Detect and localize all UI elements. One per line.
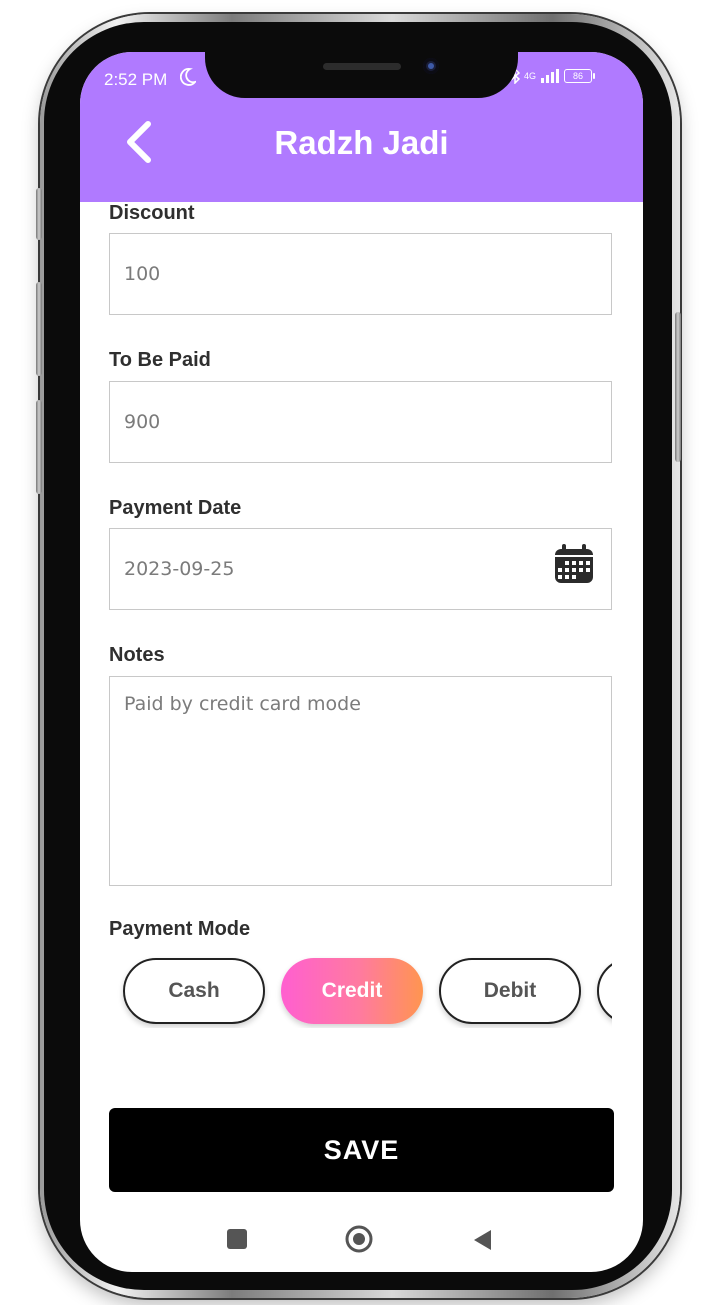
- payment-date-label: Payment Date: [109, 497, 242, 519]
- payment-date-input[interactable]: [110, 529, 611, 609]
- app-screen: 2:52 PM 4G 86 Radzh Jadi Discount To Be …: [80, 52, 643, 1272]
- payment-date-field[interactable]: [109, 528, 612, 610]
- phone-side-button: [36, 188, 42, 240]
- system-nav-bar: [80, 1212, 643, 1272]
- network-type: 4G: [524, 71, 537, 81]
- to-be-paid-input[interactable]: [110, 382, 611, 462]
- to-be-paid-label: To Be Paid: [109, 349, 211, 371]
- notes-textarea[interactable]: Paid by credit card mode: [110, 677, 611, 885]
- nav-back-icon[interactable]: [471, 1228, 493, 1252]
- discount-input[interactable]: [110, 234, 611, 314]
- front-camera: [423, 58, 439, 74]
- payment-mode-credit[interactable]: Credit: [281, 958, 423, 1024]
- phone-volume-up: [36, 282, 42, 376]
- payment-mode-more[interactable]: [597, 958, 612, 1024]
- signal-icon: [541, 69, 560, 83]
- save-button[interactable]: SAVE: [109, 1108, 614, 1192]
- payment-mode-cash[interactable]: Cash: [123, 958, 265, 1024]
- status-time: 2:52 PM: [104, 70, 168, 89]
- notes-label: Notes: [109, 644, 165, 666]
- calendar-icon[interactable]: [553, 543, 595, 585]
- phone-volume-down: [36, 400, 42, 494]
- moon-icon: [180, 68, 196, 86]
- payment-mode-options: Cash Credit Debit: [109, 956, 612, 1028]
- status-icons: 4G 86: [510, 68, 596, 84]
- notes-field[interactable]: Paid by credit card mode: [109, 676, 612, 886]
- to-be-paid-field[interactable]: [109, 381, 612, 463]
- phone-notch: [205, 45, 518, 98]
- phone-power-button: [675, 312, 681, 462]
- discount-label: Discount: [109, 202, 195, 224]
- speaker-grille: [323, 63, 401, 70]
- payment-mode-label: Payment Mode: [109, 918, 251, 940]
- recents-icon[interactable]: [227, 1229, 247, 1249]
- home-icon[interactable]: [345, 1225, 373, 1253]
- page-title: Radzh Jadi: [274, 124, 449, 161]
- battery-icon: 86: [564, 69, 596, 83]
- discount-field[interactable]: [109, 233, 612, 315]
- payment-mode-debit[interactable]: Debit: [439, 958, 581, 1024]
